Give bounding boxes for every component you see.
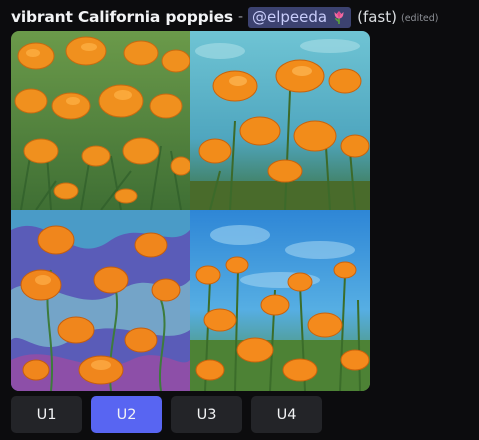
- image-tile-3[interactable]: [11, 210, 190, 391]
- u3-button[interactable]: U3: [171, 396, 242, 433]
- poppy-image-1: [11, 31, 190, 210]
- upscale-buttons: U1 U2 U3 U4: [11, 396, 322, 433]
- poppy-image-3: [11, 210, 190, 391]
- edited-label: (edited): [400, 13, 439, 24]
- prompt-text: vibrant California poppies: [11, 8, 233, 26]
- poppy-image-4: [190, 210, 370, 391]
- message-header: vibrant California poppies - @elpeeda (f…: [11, 4, 476, 30]
- image-grid[interactable]: [11, 31, 370, 391]
- image-tile-2[interactable]: [190, 31, 370, 210]
- separator: -: [237, 9, 244, 25]
- poppy-image-2: [190, 31, 370, 210]
- u1-button[interactable]: U1: [11, 396, 82, 433]
- image-tile-1[interactable]: [11, 31, 190, 210]
- user-mention[interactable]: @elpeeda: [248, 6, 352, 28]
- u2-button[interactable]: U2: [91, 396, 162, 433]
- tulip-icon: [334, 10, 344, 24]
- u4-button[interactable]: U4: [251, 396, 322, 433]
- mention-text: @elpeeda: [252, 7, 328, 26]
- mode-label: (fast): [357, 8, 397, 26]
- image-tile-4[interactable]: [190, 210, 370, 391]
